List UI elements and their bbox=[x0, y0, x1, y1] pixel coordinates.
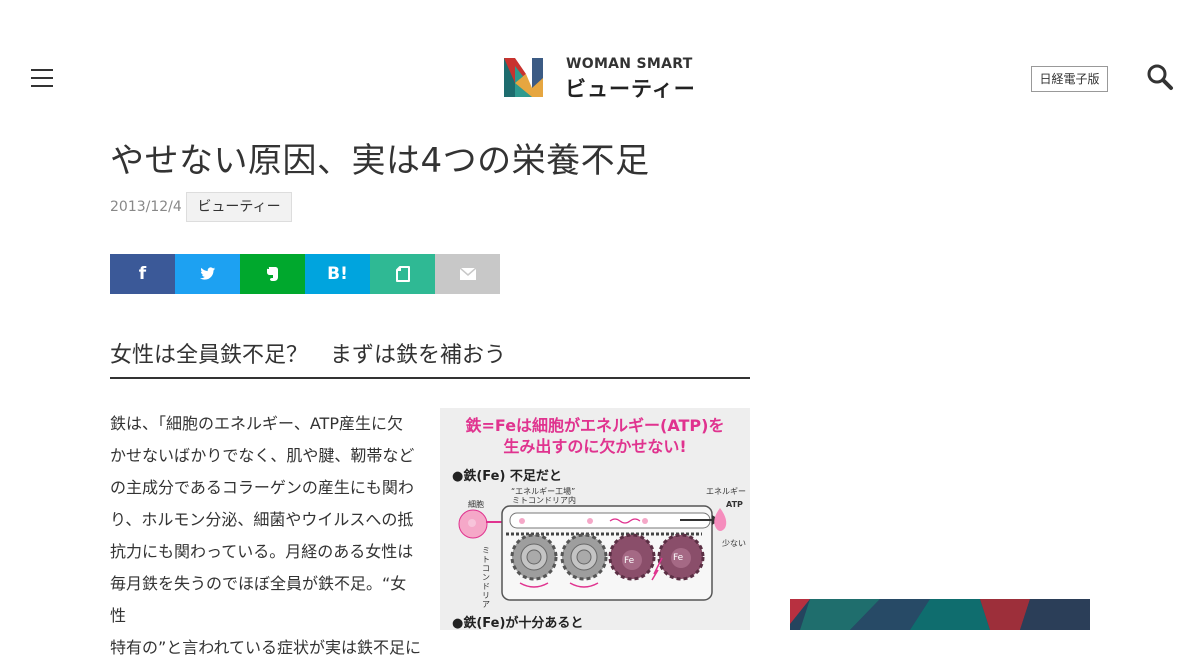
share-mail-button[interactable] bbox=[435, 254, 500, 294]
body-line: 特有の”と言われている症状が実は鉄不足に bbox=[110, 638, 422, 657]
brand-logo-icon[interactable] bbox=[504, 58, 543, 97]
share-hatena-button[interactable]: B! bbox=[305, 254, 370, 294]
menu-icon bbox=[31, 69, 53, 71]
nikkei-digital-button[interactable]: 日経電子版 bbox=[1031, 66, 1108, 92]
share-facebook-button[interactable]: f bbox=[110, 254, 175, 294]
menu-button[interactable] bbox=[31, 67, 53, 87]
category-tag[interactable]: ビューティー bbox=[186, 192, 292, 222]
body-line: り、ホルモン分泌、細菌やウイルスへの抵 bbox=[110, 510, 414, 529]
body-line: 鉄は、「細胞のエネルギー、ATP産生に欠 bbox=[110, 414, 403, 433]
share-note-button[interactable] bbox=[370, 254, 435, 294]
facebook-icon: f bbox=[138, 264, 147, 284]
body-line: かせないばかりでなく、肌や腱、靭帯など bbox=[110, 446, 415, 465]
article-title: やせない原因、実は4つの栄養不足 bbox=[110, 141, 650, 181]
note-icon bbox=[395, 266, 410, 282]
figure-case-enough-iron: ●鉄(Fe)が十分あると bbox=[452, 616, 584, 630]
brand-name: WOMAN SMART bbox=[566, 56, 693, 72]
hatena-icon: B! bbox=[327, 264, 348, 284]
figure-fe-label: Fe bbox=[673, 553, 684, 563]
body-line: 毎月鉄を失うのでほぼ全員が鉄不足。“女性 bbox=[110, 574, 407, 625]
share-evernote-button[interactable] bbox=[240, 254, 305, 294]
sidebar-ad-image[interactable] bbox=[790, 599, 1090, 630]
article-body: 鉄は、「細胞のエネルギー、ATP産生に欠 かせないばかりでなく、肌や腱、靭帯など… bbox=[110, 408, 422, 664]
section-divider bbox=[110, 377, 750, 379]
share-twitter-button[interactable] bbox=[175, 254, 240, 294]
brand-section: ビューティー bbox=[565, 77, 696, 101]
body-line: の主成分であるコラーゲンの産生にも関わ bbox=[110, 478, 414, 497]
search-icon[interactable] bbox=[1146, 63, 1174, 91]
figure-fe-label: Fe bbox=[624, 556, 635, 566]
evernote-icon bbox=[266, 267, 278, 281]
body-line: 抗力にも関わっている。月経のある女性は bbox=[110, 542, 414, 561]
iron-infographic: 鉄=Feは細胞がエネルギー(ATP)を 生み出すのに欠かせない! ●鉄(Fe) … bbox=[440, 408, 750, 630]
section-heading: 女性は全員鉄不足？ まずは鉄を補おう bbox=[110, 343, 507, 368]
twitter-icon bbox=[199, 267, 215, 280]
mail-icon bbox=[459, 268, 476, 280]
article-date: 2013/12/4 bbox=[110, 199, 182, 215]
mitochondria-diagram bbox=[458, 505, 727, 601]
